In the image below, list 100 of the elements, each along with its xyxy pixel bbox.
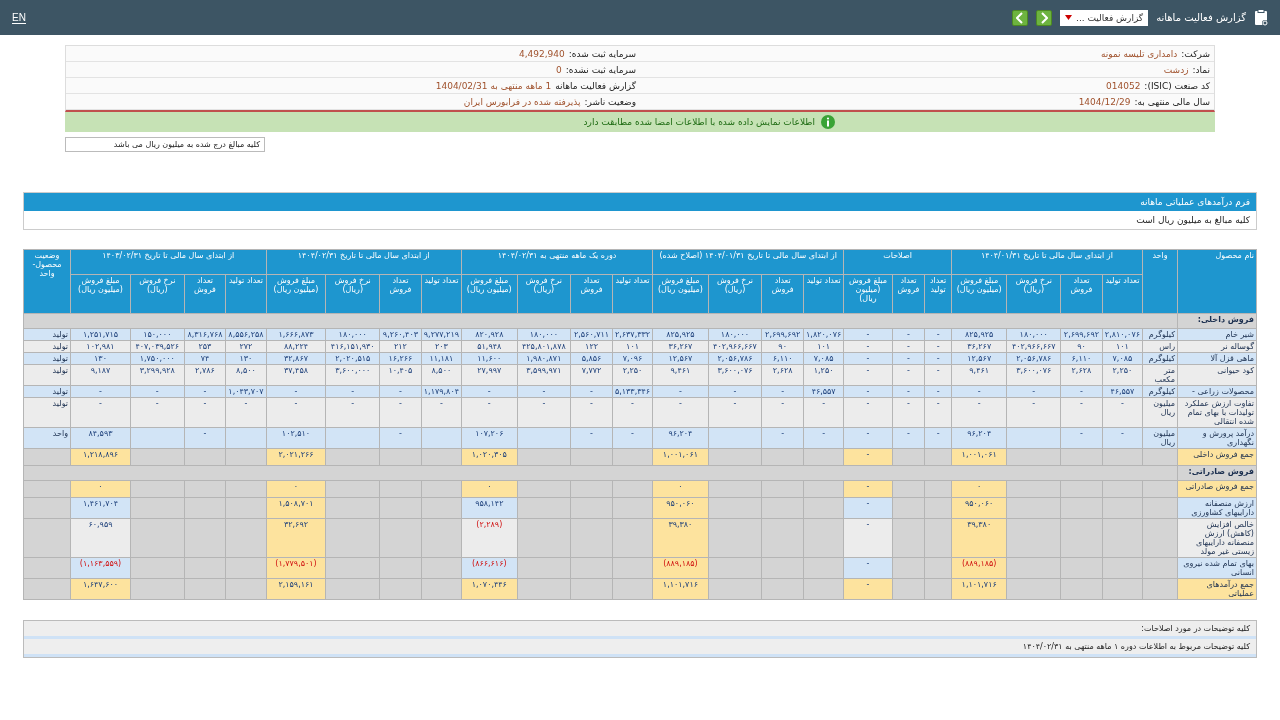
form-title: فرم درآمدهای عملیاتی ماهانه (24, 193, 1256, 211)
info-value: 4,492,940 (519, 48, 565, 59)
next-button[interactable] (1036, 9, 1053, 26)
info-label: سرمایه ثبت نشده: (565, 64, 636, 75)
column-header: تعداد فروش (892, 274, 925, 314)
table-cell: - (843, 497, 893, 519)
table-cell: - (843, 364, 893, 386)
table-cell: - (612, 427, 653, 449)
table-cell: (۸۸۹,۱۸۵) (951, 557, 1007, 579)
table-cell: ۲,۶۲۸ (1060, 364, 1103, 386)
unit-cell: میلیون ریال (1142, 427, 1178, 449)
table-cell: - (843, 578, 893, 600)
table-cell: ۹,۴۶۱ (951, 364, 1007, 386)
form-subtitle: کلیه مبالغ به میلیون ریال است (1135, 214, 1251, 227)
row-label: جمع درآمدهای عملیاتی (1177, 578, 1257, 600)
unit-cell: میلیون ریال (1142, 397, 1178, 428)
table-cell: - (130, 397, 185, 428)
column-group-header: اصلاحات (843, 249, 952, 275)
clipboard-icon (1254, 9, 1268, 26)
amount-note: کلیه مبالغ درج شده به میلیون ریال می باشد (65, 137, 265, 152)
table-cell: - (1007, 397, 1061, 428)
column-group-header: از ابتدای سال مالی تا تاریخ ۱۴۰۴/۰۱/۳۱ (اصلاح شده) (652, 249, 844, 275)
table-cell: (۲,۲۸۹) (461, 518, 518, 558)
column-header: مبلغ فروش (میلیون ریال) (70, 274, 131, 314)
table-cell: ۳,۶۰۰,۰۷۶ (708, 364, 762, 386)
table-cell: - (803, 397, 844, 428)
column-header: مبلغ فروش (میلیون ریال) (951, 274, 1007, 314)
table-cell: ۲,۶۲۸ (761, 364, 804, 386)
table-cell: ۸,۵۰۰ (421, 364, 462, 386)
column-header: تعداد فروش (570, 274, 613, 314)
table-cell: - (761, 397, 804, 428)
column-header: تعداد تولید (924, 274, 952, 314)
info-label: سال مالی منتهی به: (1134, 96, 1210, 107)
table-cell: - (184, 397, 226, 428)
table-cell: - (803, 427, 844, 449)
previous-button[interactable] (1012, 9, 1029, 26)
table-cell: (۸۶۶,۶۱۶) (461, 557, 518, 579)
column-header: نام محصول (1177, 249, 1257, 314)
table-cell: ۱,۴۶۱,۷۰۴ (70, 497, 131, 519)
table-cell: - (1060, 427, 1103, 449)
table-cell: - (517, 397, 571, 428)
table-cell: - (924, 427, 952, 449)
table-cell: ۱۰۷,۲۰۶ (461, 427, 518, 449)
language-link[interactable]: EN (12, 11, 26, 24)
notice-text: اطلاعات نمایش داده شده با اطلاعات امضا شده مطابقت دارد (583, 117, 815, 127)
table-cell: ۱,۰۷۰,۴۴۶ (461, 578, 518, 600)
table-cell: ۹,۱۸۷ (70, 364, 131, 386)
info-label: شرکت: (1181, 48, 1210, 59)
table-cell: ۱۰۲,۵۱۰ (266, 427, 326, 449)
column-header: تعداد تولید (225, 274, 267, 314)
table-cell: ۲,۷۸۶ (184, 364, 226, 386)
table-cell: ۱,۱۰۱,۷۱۶ (652, 578, 709, 600)
table-cell: ۳۲,۶۹۲ (266, 518, 326, 558)
table-cell: - (843, 557, 893, 579)
table-cell: - (1102, 427, 1143, 449)
column-header: واحد (1142, 249, 1178, 314)
table-cell: - (461, 397, 518, 428)
row-label: بهای تمام شده نیروی انسانی (1177, 557, 1257, 579)
table-cell: ۱,۵۰۸,۷۰۱ (266, 497, 326, 519)
column-header: تعداد تولید (803, 274, 844, 314)
info-value: پذیرفته شده در فرابورس ایران (463, 96, 581, 107)
column-header: تعداد فروش (184, 274, 226, 314)
table-cell: ۳۹,۳۸۰ (652, 518, 709, 558)
table-cell: ۱۰,۴۰۵ (379, 364, 422, 386)
info-label: کد صنعت (ISIC): (1144, 80, 1210, 91)
table-cell: - (924, 397, 952, 428)
column-header: وضعیت محصول-واحد (23, 249, 71, 314)
chevron-left-icon (1016, 11, 1025, 24)
column-header: تعداد تولید (421, 274, 462, 314)
status-cell: تولید (23, 364, 71, 386)
table-cell: ۳,۵۹۹,۹۷۱ (517, 364, 571, 386)
table-cell: - (184, 427, 226, 449)
table-cell: ۹۵۰,۰۶۰ (951, 497, 1007, 519)
report-dropdown[interactable]: گزارش فعالیت ... (1060, 9, 1149, 26)
info-value: 1 ماهه منتهی به 1404/02/31 (435, 80, 552, 91)
column-header: تعداد فروش (379, 274, 422, 314)
column-header: مبلغ فروش (میلیون ریال) (461, 274, 518, 314)
row-label: ارزش منصفانه داراییهای کشاورزی (1177, 497, 1257, 519)
table-cell: - (892, 397, 925, 428)
table-cell: ۱,۱۰۱,۷۱۶ (951, 578, 1007, 600)
column-header: تعداد فروش (1060, 274, 1103, 314)
table-cell: ۱,۶۴۷,۶۰۰ (70, 578, 131, 600)
table-cell: ۹۶,۲۰۴ (951, 427, 1007, 449)
column-header: نرخ فروش (ریال) (517, 274, 571, 314)
column-group-header: از ابتدای سال مالی تا تاریخ ۱۴۰۴/۰۲/۳۱ (266, 249, 462, 275)
column-header: مبلغ فروش (میلیون ریال) (652, 274, 709, 314)
table-cell: - (379, 397, 422, 428)
column-group-header: دوره یک ماهه منتهی به ۱۴۰۴/۰۲/۳۱ (461, 249, 653, 275)
table-cell: ۲,۱۵۹,۱۶۱ (266, 578, 326, 600)
column-header: نرخ فروش (ریال) (1007, 274, 1061, 314)
table-cell: - (325, 397, 380, 428)
table-cell: ۸۴,۵۹۳ (70, 427, 131, 449)
info-label: گزارش فعالیت ماهانه (555, 80, 636, 91)
info-label: سرمایه ثبت شده: (568, 48, 636, 59)
table-cell: ۳,۶۰۰,۰۰۰ (325, 364, 380, 386)
caret-icon (1065, 15, 1073, 20)
column-header: مبلغ فروش (میلیون ریال) (266, 274, 326, 314)
table-cell: ۳,۲۹۹,۹۲۸ (130, 364, 185, 386)
column-header: نرخ فروش (ریال) (130, 274, 185, 314)
table-cell: - (421, 397, 462, 428)
